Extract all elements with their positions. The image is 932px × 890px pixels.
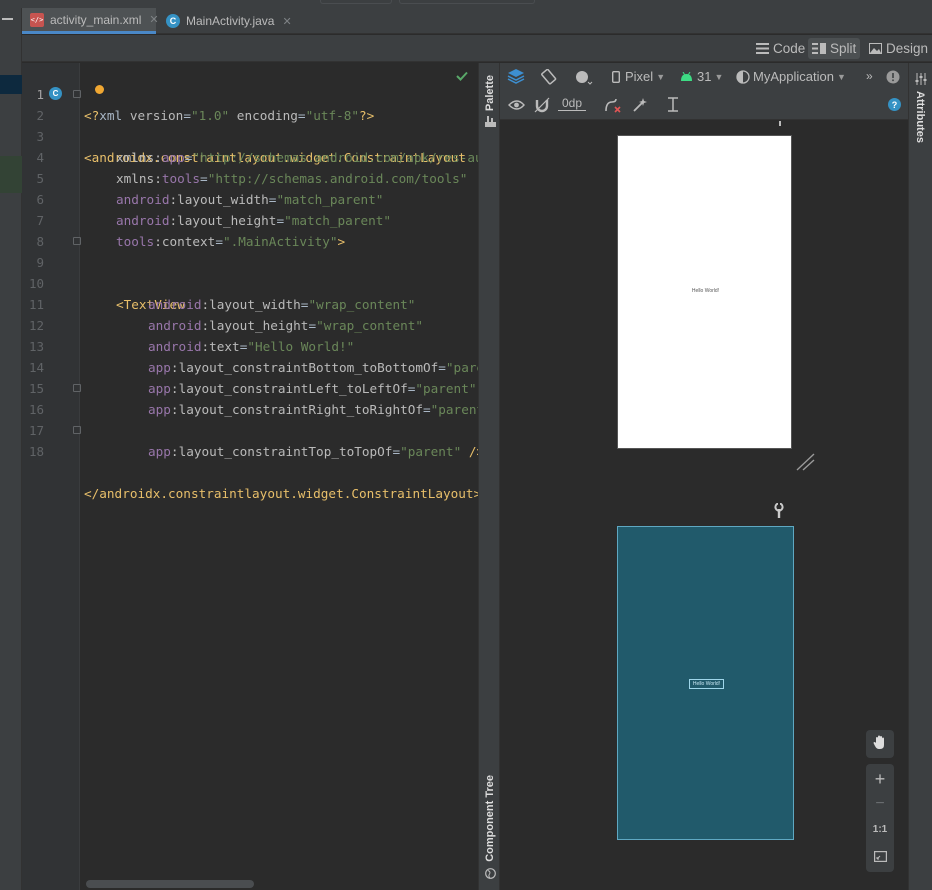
- xml-file-icon: </>: [30, 12, 44, 27]
- design-toolbar: Pixel ▼ 31 ▼ MyApplication ▼ »: [500, 63, 908, 91]
- tab-label: activity_main.xml: [50, 12, 142, 27]
- design-preview-screen[interactable]: Hello World!: [617, 135, 792, 449]
- theme-dropdown[interactable]: MyApplication ▼: [736, 69, 846, 84]
- project-selection-highlight: [0, 156, 22, 193]
- fold-icon[interactable]: [73, 90, 81, 98]
- code-line: 6 android:layout_height="match_parent": [22, 168, 478, 228]
- design-canvas[interactable]: Hello World! Hello World!: [500, 121, 908, 890]
- code-line: 3 xmlns:app="http://schemas.android.com/…: [22, 105, 478, 165]
- help-icon[interactable]: ?: [888, 98, 901, 111]
- code-line: 16 app:layout_constraintTop_toTopOf="par…: [22, 378, 478, 459]
- globe-icon[interactable]: [485, 867, 496, 882]
- palette-tab[interactable]: Palette: [484, 75, 496, 111]
- fold-icon[interactable]: [73, 426, 81, 434]
- orientation-icon[interactable]: [540, 69, 558, 85]
- hand-icon: [873, 735, 887, 753]
- code-mode-label: Code: [773, 41, 806, 56]
- guidelines-icon[interactable]: [666, 97, 680, 113]
- zoom-controls: + − 1:1: [866, 764, 894, 872]
- code-line: 14 app:layout_constraintLeft_toLeftOf="p…: [22, 336, 478, 396]
- autoconnect-magnet-icon[interactable]: [534, 97, 550, 113]
- horizontal-scrollbar[interactable]: [86, 880, 254, 888]
- view-mode-bar: Code Split Design: [22, 35, 932, 62]
- layers-icon[interactable]: [507, 68, 525, 84]
- code-mode-icon: [756, 43, 769, 54]
- attributes-tab[interactable]: Attributes: [914, 91, 926, 143]
- close-icon[interactable]: ✕: [282, 15, 291, 28]
- project-selection-highlight: [0, 75, 22, 94]
- blueprint-preview-screen[interactable]: Hello World!: [617, 526, 794, 840]
- toolbar-segment[interactable]: [320, 0, 392, 4]
- zoom-in-button[interactable]: +: [866, 769, 894, 790]
- palette-icon[interactable]: [485, 115, 496, 130]
- split-mode-label: Split: [830, 41, 857, 56]
- zoom-actual-size-button[interactable]: 1:1: [866, 824, 894, 835]
- blueprint-textview[interactable]: Hello World!: [689, 679, 724, 689]
- canvas-marker: [779, 121, 781, 126]
- code-line: 12 android:text="Hello World!": [22, 294, 478, 354]
- night-mode-icon[interactable]: [574, 69, 594, 85]
- toolbar-segment[interactable]: [399, 0, 535, 4]
- preview-textview[interactable]: Hello World!: [618, 288, 793, 294]
- code-line: 1 <?xml version="1.0" encoding="utf-8"?>: [22, 63, 478, 123]
- code-line: 15 app:layout_constraintRight_toRightOf=…: [22, 357, 478, 417]
- project-tool-strip: [0, 8, 22, 890]
- default-margin-field[interactable]: 0dp: [558, 96, 587, 111]
- constraint-toolbar: 0dp ?: [500, 91, 908, 120]
- tab-label: MainActivity.java: [186, 14, 275, 28]
- tab-activity-main-xml[interactable]: </> activity_main.xml ✕: [22, 8, 159, 34]
- palette-side-strip: Palette Component Tree: [478, 63, 500, 890]
- infer-constraints-wand-icon[interactable]: [632, 97, 648, 113]
- line-number: 18: [28, 444, 44, 459]
- top-strip: [0, 0, 932, 8]
- svg-text:?: ?: [892, 100, 898, 110]
- component-tree-tab[interactable]: Component Tree: [484, 775, 496, 862]
- code-mode-button[interactable]: Code: [752, 38, 809, 59]
- code-line: 5 android:layout_width="match_parent": [22, 147, 478, 207]
- image-icon: [869, 43, 882, 54]
- attributes-side-strip: Attributes: [908, 63, 932, 890]
- minimize-icon[interactable]: [2, 18, 13, 20]
- warning-icon[interactable]: [886, 70, 900, 84]
- code-line: 8: [22, 210, 478, 249]
- editor-tab-bar: </> activity_main.xml ✕ C MainActivity.j…: [22, 8, 932, 34]
- code-line: 11 android:layout_height="wrap_content": [22, 273, 478, 333]
- code-editor[interactable]: C 1 <?xml version="1.0" encoding="utf-8"…: [22, 63, 478, 890]
- code-line: 2 <androidx.constraintlayout.widget.Cons…: [22, 84, 478, 165]
- view-options-eye-icon[interactable]: [508, 99, 526, 111]
- split-mode-button[interactable]: Split: [808, 38, 861, 59]
- code-line: 18 </androidx.constraintlayout.widget.Co…: [22, 420, 478, 501]
- zoom-out-button[interactable]: −: [866, 795, 894, 813]
- clear-constraints-icon[interactable]: [604, 98, 622, 114]
- design-mode-button[interactable]: Design: [865, 38, 932, 59]
- design-mode-label: Design: [886, 41, 929, 56]
- java-class-icon: C: [166, 14, 180, 28]
- attributes-icon[interactable]: [915, 73, 927, 88]
- fit-screen-icon: [873, 850, 887, 865]
- code-line: 17: [22, 399, 478, 438]
- code-line: 10 android:layout_width="wrap_content": [22, 252, 478, 312]
- more-options-icon[interactable]: »: [866, 69, 873, 83]
- fold-icon[interactable]: [73, 237, 81, 245]
- device-dropdown[interactable]: Pixel ▼: [612, 69, 665, 84]
- resize-handle-icon[interactable]: [796, 453, 816, 474]
- pan-hand-button[interactable]: [866, 730, 894, 758]
- api-level-dropdown[interactable]: 31 ▼: [680, 69, 723, 84]
- wrench-icon[interactable]: [773, 502, 785, 522]
- code-line: 13 app:layout_constraintBottom_toBottomO…: [22, 315, 478, 375]
- split-mode-icon: [812, 43, 826, 54]
- tab-mainactivity-java[interactable]: C MainActivity.java ✕: [158, 8, 292, 34]
- fold-icon[interactable]: [73, 384, 81, 392]
- zoom-to-fit-button[interactable]: [866, 850, 894, 865]
- code-line: 7 tools:context=".MainActivity">: [22, 189, 478, 249]
- code-line: 4 xmlns:tools="http://schemas.android.co…: [22, 126, 478, 186]
- code-line: 9 <TextView: [22, 231, 478, 312]
